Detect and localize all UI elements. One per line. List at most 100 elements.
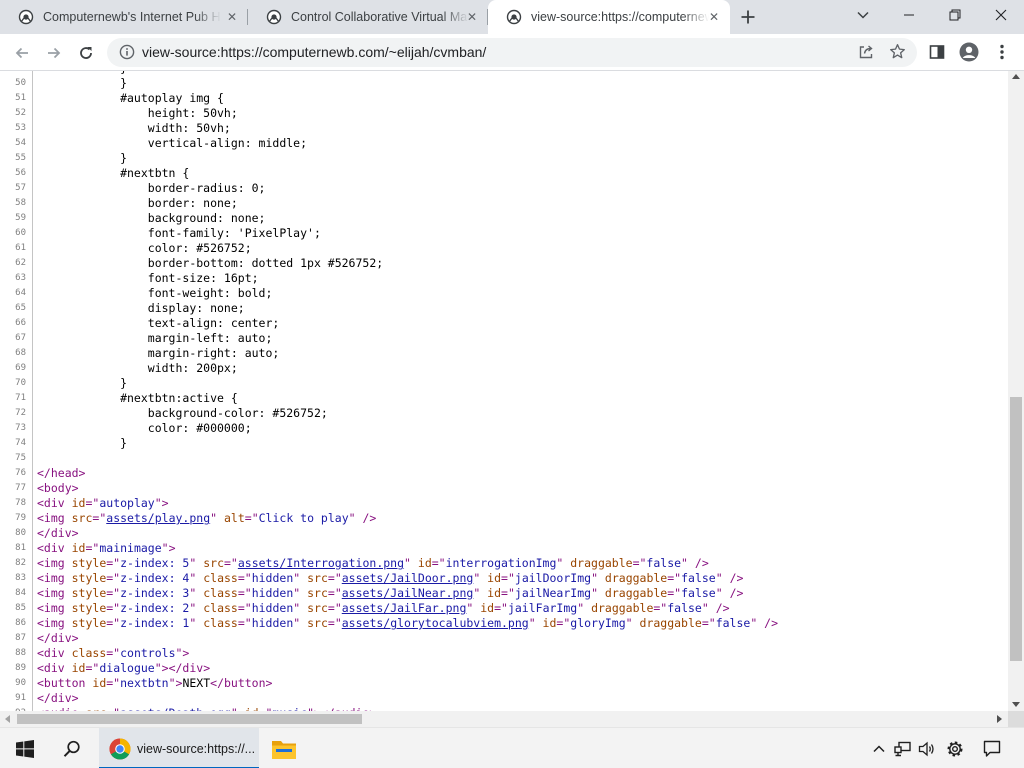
line-number: 56 [15,168,26,178]
source-link[interactable]: assets/play.png [106,511,210,525]
network-icon [894,741,911,756]
close-window-button[interactable] [978,0,1024,30]
notifications-button[interactable] [978,728,1006,768]
speaker-icon [918,741,934,756]
settings-button[interactable] [942,728,968,768]
chrome-menu-button[interactable] [992,42,1012,62]
scroll-right-arrow-icon[interactable] [997,715,1002,723]
taskbar: view-source:https://... [0,727,1024,768]
taskbar-search-button[interactable] [52,728,92,768]
address-url[interactable]: view-source:https://computernewb.com/~el… [142,44,486,60]
close-icon [995,9,1007,21]
line-number: 76 [15,468,26,478]
tab-internet-pub-hub[interactable]: Computernewb's Internet Pub Hub ✕ [0,0,248,34]
line-number: 62 [15,258,26,268]
reload-button[interactable] [72,39,100,67]
source-link[interactable]: assets/glorytocalubviem.png [342,616,529,630]
scroll-down-arrow-icon[interactable] [1012,702,1020,707]
volume-button[interactable] [914,728,940,768]
address-bar[interactable]: view-source:https://computernewb.com/~el… [107,38,917,67]
show-hidden-icons-button[interactable] [866,728,892,768]
chevron-up-icon [873,744,885,752]
kebab-menu-icon [1000,44,1004,60]
line-number: 67 [15,333,26,343]
line-code: </head> [32,466,85,481]
chevron-down-icon [857,11,869,19]
tab-close-icon[interactable]: ✕ [706,9,722,25]
forward-button[interactable] [40,39,68,67]
profile-avatar-icon [959,42,979,62]
search-icon [63,740,80,757]
vertical-scrollbar[interactable] [1008,71,1024,711]
tab-title: Computernewb's Internet Pub Hub [43,10,221,24]
vertical-scroll-thumb[interactable] [1010,397,1022,661]
line-number: 51 [15,93,26,103]
source-line: 50 } [0,76,1008,91]
back-button[interactable] [8,39,36,67]
line-number: 68 [15,348,26,358]
line-number: 57 [15,183,26,193]
line-code: <img style="z-index: 2" class="hidden" s… [32,601,730,616]
new-tab-button[interactable] [736,5,760,29]
source-line: 89 <div id="dialogue"></div> [0,661,1008,676]
line-number: 85 [15,603,26,613]
network-button[interactable] [890,728,916,768]
info-icon[interactable] [119,44,135,60]
taskbar-file-explorer[interactable] [264,728,304,768]
line-code: background-color: #526752; [32,406,328,421]
reload-icon [80,47,92,59]
restore-button[interactable] [932,0,978,30]
tab-collaborative-vm[interactable]: Control Collaborative Virtual Machines ✕ [248,0,488,34]
line-number: 77 [15,483,26,493]
source-line: 74 } [0,436,1008,451]
line-code: <button id="nextbtn">NEXT</button> [32,676,272,691]
share-icon[interactable] [858,44,874,60]
source-viewport[interactable]: 49 }50 }51 #autoplay img {52 height: 50v… [0,71,1008,711]
horizontal-scrollbar[interactable] [0,711,1008,727]
tab-search-button[interactable] [840,0,886,30]
source-code: 49 }50 }51 #autoplay img {52 height: 50v… [0,71,1008,711]
line-number: 53 [15,123,26,133]
arrow-left-icon [15,47,28,59]
minimize-button[interactable] [886,0,932,30]
line-number: 60 [15,228,26,238]
tab-title: view-source:https://computernewb.com/~el… [531,10,709,24]
source-link[interactable]: assets/JailNear.png [342,586,474,600]
source-line: 70 } [0,376,1008,391]
line-number: 78 [15,498,26,508]
line-number: 79 [15,513,26,523]
source-line: 57 border-radius: 0; [0,181,1008,196]
chrome-icon [109,738,131,760]
source-link[interactable]: assets/JailDoor.png [342,571,474,585]
source-line: 63 font-size: 16pt; [0,271,1008,286]
side-panel-button[interactable] [927,42,947,62]
line-number: 69 [15,363,26,373]
line-code: <body> [32,481,79,496]
browser-toolbar: view-source:https://computernewb.com/~el… [0,34,1024,71]
source-line: 80 </div> [0,526,1008,541]
bookmark-star-icon[interactable] [889,43,906,60]
source-line: 61 color: #526752; [0,241,1008,256]
horizontal-scroll-thumb[interactable] [17,714,362,724]
start-button[interactable] [5,728,45,768]
line-number: 90 [15,678,26,688]
source-link[interactable]: assets/JailFar.png [342,601,467,615]
source-line: 77 <body> [0,481,1008,496]
tab-close-icon[interactable]: ✕ [224,9,240,25]
line-code: <div id="autoplay"> [32,496,169,511]
line-code: margin-left: auto; [32,331,272,346]
source-line: 56 #nextbtn { [0,166,1008,181]
taskbar-chrome-window[interactable]: view-source:https://... [99,728,259,768]
source-line: 66 text-align: center; [0,316,1008,331]
line-number: 52 [15,108,26,118]
profile-button[interactable] [959,42,979,62]
source-link[interactable]: assets/Interrogation.png [238,556,404,570]
tab-close-icon[interactable]: ✕ [464,9,480,25]
line-code: <img style="z-index: 4" class="hidden" s… [32,571,743,586]
line-code: <img src="assets/play.png" alt="Click to… [32,511,376,526]
side-panel-icon [929,45,945,59]
tab-view-source[interactable]: view-source:https://computernewb.com/~el… [488,0,730,34]
scroll-up-arrow-icon[interactable] [1012,74,1020,79]
scroll-left-arrow-icon[interactable] [5,715,10,723]
source-line: 85 <img style="z-index: 2" class="hidden"… [0,601,1008,616]
